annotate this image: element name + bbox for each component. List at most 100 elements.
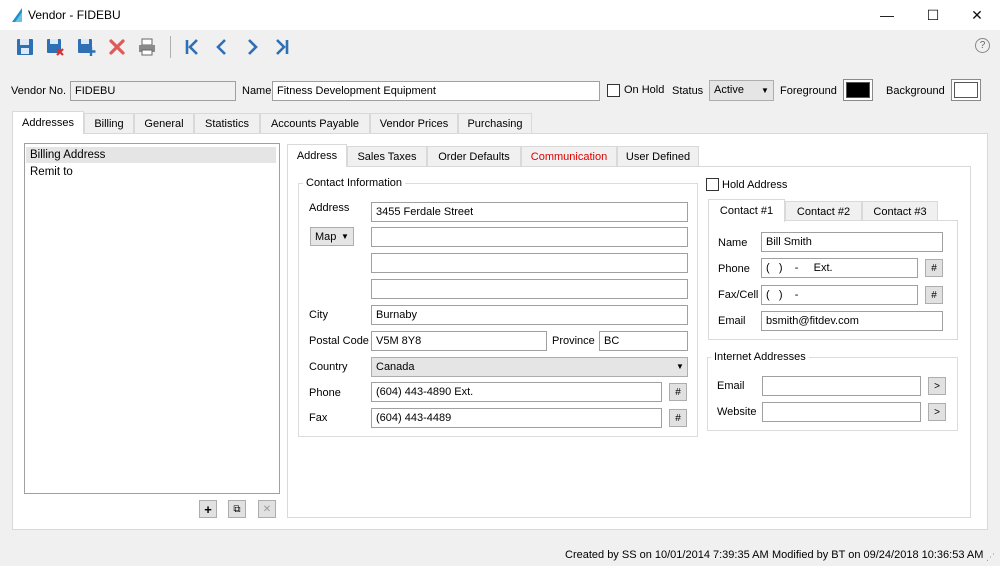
delete-button[interactable] xyxy=(106,36,128,58)
internet-addresses-title: Internet Addresses xyxy=(711,351,809,363)
on-hold-label: On Hold xyxy=(624,84,665,96)
chevron-down-icon: ▼ xyxy=(341,232,349,241)
website-field[interactable] xyxy=(762,402,921,422)
address-line4-field[interactable] xyxy=(371,279,688,299)
background-label: Background xyxy=(886,85,945,97)
first-record-button[interactable] xyxy=(181,36,203,58)
city-field[interactable]: Burnaby xyxy=(371,305,688,325)
save-new-icon xyxy=(78,39,96,56)
contact-faxcell-label: Fax/Cell xyxy=(718,289,759,301)
toolbar-separator xyxy=(170,36,171,58)
tab-addresses[interactable]: Addresses xyxy=(12,111,84,134)
list-item-remit-to[interactable]: Remit to xyxy=(26,164,276,180)
hold-address-checkbox[interactable] xyxy=(706,178,719,191)
hold-address-label: Hold Address xyxy=(722,179,788,191)
tab-vendor-prices[interactable]: Vendor Prices xyxy=(370,113,458,134)
contact-phone-field[interactable]: ( ) - Ext. xyxy=(761,258,918,278)
save-button[interactable] xyxy=(14,36,36,58)
country-label: Country xyxy=(309,361,348,373)
tab-order-defaults[interactable]: Order Defaults xyxy=(427,146,521,167)
address-list xyxy=(24,143,280,494)
fax-field[interactable]: (604) 443-4489 xyxy=(371,408,662,428)
address-line2-field[interactable] xyxy=(371,227,688,247)
contact-email-label: Email xyxy=(718,315,746,327)
chevron-down-icon: ▼ xyxy=(676,362,684,371)
website-label: Website xyxy=(717,406,757,418)
copy-address-button[interactable]: ⧉ xyxy=(228,500,246,518)
delete-address-button[interactable]: ✕ xyxy=(258,500,276,518)
list-item-billing-address[interactable]: Billing Address xyxy=(26,147,276,163)
status-value: Active xyxy=(714,84,744,96)
address-line3-field[interactable] xyxy=(371,253,688,273)
province-label: Province xyxy=(552,335,595,347)
internet-email-go-button[interactable]: > xyxy=(928,377,946,395)
internet-email-field[interactable] xyxy=(762,376,921,396)
name-field[interactable]: Fitness Development Equipment xyxy=(272,81,600,101)
address-line1-field[interactable]: 3455 Ferdale Street xyxy=(371,202,688,222)
contact-information-title: Contact Information xyxy=(303,177,405,189)
postal-code-label: Postal Code xyxy=(309,335,369,347)
last-record-button[interactable] xyxy=(271,36,293,58)
modified-info: Modified by BT on 09/24/2018 10:36:53 AM xyxy=(772,549,984,561)
address-label: Address xyxy=(309,202,350,214)
phone-dial-button[interactable]: # xyxy=(669,383,687,401)
tab-accounts-payable[interactable]: Accounts Payable xyxy=(260,113,370,134)
tab-sales-taxes[interactable]: Sales Taxes xyxy=(347,146,427,167)
tab-billing[interactable]: Billing xyxy=(84,113,134,134)
chevron-down-icon: ▼ xyxy=(761,86,769,95)
tab-contact-1[interactable]: Contact #1 xyxy=(708,199,785,222)
postal-code-field[interactable]: V5M 8Y8 xyxy=(371,331,547,351)
last-record-icon xyxy=(276,39,289,55)
website-go-button[interactable]: > xyxy=(928,403,946,421)
on-hold-checkbox[interactable] xyxy=(607,84,620,97)
contact-phone-dial-button[interactable]: # xyxy=(925,259,943,277)
save-new-button[interactable] xyxy=(75,36,97,58)
add-address-button[interactable]: + xyxy=(199,500,217,518)
vendor-no-label: Vendor No. xyxy=(11,85,67,97)
title-bar xyxy=(0,0,1000,30)
fax-dial-button[interactable]: # xyxy=(669,409,687,427)
chevron-left-icon xyxy=(216,39,226,55)
contact-email-field[interactable]: bsmith@fitdev.com xyxy=(761,311,943,331)
close-window-button[interactable]: ✕ xyxy=(954,0,1000,30)
next-record-button[interactable] xyxy=(241,36,263,58)
print-button[interactable] xyxy=(136,36,158,58)
chevron-right-icon xyxy=(248,39,258,55)
printer-icon xyxy=(139,38,155,56)
fax-label: Fax xyxy=(309,412,328,424)
save-icon xyxy=(17,39,33,55)
contact-faxcell-dial-button[interactable]: # xyxy=(925,286,943,304)
tab-user-defined[interactable]: User Defined xyxy=(617,146,699,167)
previous-record-button[interactable] xyxy=(211,36,233,58)
tab-contact-2[interactable]: Contact #2 xyxy=(785,201,862,222)
province-field[interactable]: BC xyxy=(599,331,688,351)
internet-email-label: Email xyxy=(717,380,745,392)
maximize-button[interactable]: ☐ xyxy=(910,0,956,30)
tab-address[interactable]: Address xyxy=(287,144,347,167)
foreground-swatch xyxy=(846,82,870,98)
country-value: Canada xyxy=(376,361,415,373)
save-close-button[interactable] xyxy=(44,36,66,58)
contact-phone-label: Phone xyxy=(718,263,750,275)
tab-communication[interactable]: Communication xyxy=(521,146,617,167)
background-swatch xyxy=(954,82,978,98)
app-logo-icon xyxy=(12,8,22,22)
tab-contact-3[interactable]: Contact #3 xyxy=(862,201,938,222)
resize-grip-icon[interactable]: ⋰ xyxy=(986,552,998,564)
help-icon[interactable]: ? xyxy=(975,38,990,53)
contact-faxcell-field[interactable]: ( ) - xyxy=(761,285,918,305)
background-color-button[interactable] xyxy=(951,79,981,101)
vendor-no-field[interactable]: FIDEBU xyxy=(70,81,236,101)
name-label: Name xyxy=(242,85,272,97)
minimize-button[interactable]: — xyxy=(864,0,910,30)
created-info: Created by SS on 10/01/2014 7:39:35 AM xyxy=(565,549,769,561)
tab-general[interactable]: General xyxy=(134,113,194,134)
foreground-label: Foreground xyxy=(780,85,837,97)
status-label: Status xyxy=(672,85,704,97)
tab-purchasing[interactable]: Purchasing xyxy=(458,113,532,134)
foreground-color-button[interactable] xyxy=(843,79,873,101)
country-select[interactable]: Canada xyxy=(371,357,688,377)
phone-field[interactable]: (604) 443-4890 Ext. xyxy=(371,382,662,402)
tab-statistics[interactable]: Statistics xyxy=(194,113,260,134)
contact-name-field[interactable]: Bill Smith xyxy=(761,232,943,252)
